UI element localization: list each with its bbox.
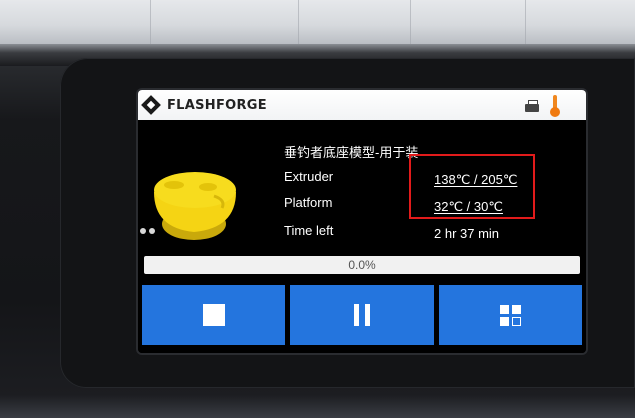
time-left-label: Time left bbox=[284, 223, 334, 238]
brand-name: FLASHFORGE bbox=[167, 97, 267, 113]
flashforge-logo-icon bbox=[141, 95, 161, 115]
stop-button[interactable] bbox=[142, 285, 286, 345]
platform-label: Platform bbox=[284, 195, 333, 210]
progress-percent: 0.0% bbox=[348, 258, 376, 272]
print-progress-bar: 0.0% bbox=[144, 256, 580, 274]
carousel-dot bbox=[149, 228, 155, 234]
temperature-highlight-box bbox=[409, 154, 535, 219]
menu-grid-icon bbox=[499, 304, 521, 326]
touch-screen: FLASHFORGE 垂钓者底座模型-用于装 Extruder 138℃ / 2… bbox=[138, 90, 586, 353]
file-name: 垂钓者底座模型-用于装 bbox=[284, 145, 419, 160]
more-button[interactable] bbox=[438, 285, 582, 345]
glass-seam bbox=[410, 0, 411, 46]
control-buttons bbox=[142, 285, 582, 345]
brand-logo: FLASHFORGE bbox=[141, 95, 267, 115]
glass-seam bbox=[298, 0, 299, 46]
time-left-value: 2 hr 37 min bbox=[434, 226, 500, 241]
extruder-label: Extruder bbox=[284, 169, 334, 184]
pause-button[interactable] bbox=[290, 285, 434, 345]
carousel-dots bbox=[140, 228, 155, 234]
thermometer-icon[interactable] bbox=[550, 95, 560, 117]
stop-icon bbox=[202, 304, 225, 326]
pause-icon bbox=[353, 304, 370, 326]
printer-icon[interactable] bbox=[525, 100, 539, 113]
carousel-dot bbox=[140, 228, 146, 234]
screen-header: FLASHFORGE bbox=[138, 90, 586, 120]
glass-seam bbox=[150, 0, 151, 46]
model-preview bbox=[154, 172, 236, 240]
glass-seam bbox=[525, 0, 526, 46]
printer-top-glass bbox=[0, 0, 635, 46]
